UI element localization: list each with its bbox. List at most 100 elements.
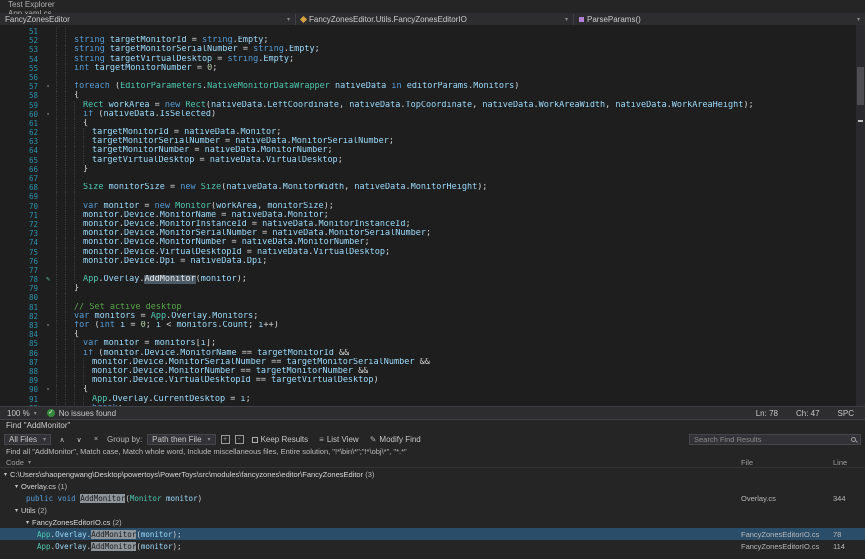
line-number: 60 (0, 110, 42, 119)
code-line[interactable]: 67 (0, 174, 865, 183)
fold-chevron-icon[interactable]: ▾ (42, 321, 54, 330)
column-header-line[interactable]: Line (833, 458, 865, 467)
code-line[interactable]: 63targetMonitorSerialNumber = nativeData… (0, 137, 865, 146)
group-by-dropdown[interactable]: Path then File ▾ (147, 434, 215, 445)
code-token: LeftCoordinate (267, 101, 339, 110)
code-line[interactable]: 84{ (0, 330, 865, 339)
code-line[interactable]: 62targetMonitorId = nativeData.Monitor; (0, 128, 865, 137)
next-match-button[interactable]: ∨ (73, 434, 85, 445)
expander-icon[interactable]: ▾ (4, 471, 7, 478)
expand-all-icon[interactable]: + (221, 435, 230, 444)
code-line[interactable]: 53string targetMonitorSerialNumber = str… (0, 45, 865, 54)
code-line[interactable]: 82var monitors = App.Overlay.Monitors; (0, 312, 865, 321)
keep-results-toggle[interactable]: Keep Results (249, 434, 312, 445)
code-line[interactable]: 51 (0, 27, 865, 36)
column-header-file[interactable]: File (741, 458, 833, 467)
code-line[interactable]: 66} (0, 165, 865, 174)
code-line[interactable]: 56 (0, 73, 865, 82)
result-group-row[interactable]: ▾Overlay.cs (1) (0, 480, 865, 492)
code-line[interactable]: 80 (0, 293, 865, 302)
code-token: ); (324, 202, 334, 211)
code-line[interactable]: 89monitor.Device.VirtualDesktopId == tar… (0, 376, 865, 385)
tab-test-explorer[interactable]: Test Explorer (0, 0, 108, 9)
project-dropdown[interactable]: FancyZonesEditor ▾ (0, 14, 296, 25)
code-text: if (nativeData.IsSelected) (54, 110, 216, 119)
code-line[interactable]: 58{ (0, 91, 865, 100)
member-dropdown[interactable]: ParseParams() ▾ (574, 14, 865, 25)
result-group-row[interactable]: ▾Utils (2) (0, 504, 865, 516)
gutter-cell (42, 257, 54, 266)
code-line[interactable]: 87monitor.Device.MonitorSerialNumber == … (0, 358, 865, 367)
scrollbar-thumb[interactable] (857, 67, 864, 105)
previous-match-button[interactable]: ∧ (56, 434, 68, 445)
code-line[interactable]: 68Size monitorSize = new Size(nativeData… (0, 183, 865, 192)
code-line[interactable]: 92break; (0, 404, 865, 406)
result-match-row[interactable]: public void AddMonitor(Monitor monitor)O… (0, 492, 865, 504)
modify-find-button[interactable]: ✎ Modify Find (367, 434, 424, 445)
result-group-row[interactable]: ▾FancyZonesEditorIO.cs (2) (0, 516, 865, 528)
zoom-control[interactable]: 100 % ▾ (7, 409, 37, 418)
code-line[interactable]: 55int targetMonitorNumber = 0; (0, 64, 865, 73)
column-indicator[interactable]: Ch: 47 (792, 409, 824, 418)
code-line[interactable]: 88monitor.Device.MonitorNumber == target… (0, 367, 865, 376)
indent-guide (65, 183, 74, 192)
code-line[interactable]: 74monitor.Device.MonitorNumber = nativeD… (0, 238, 865, 247)
document-health-indicator[interactable]: ✓ No issues found (47, 409, 116, 418)
code-line[interactable]: 72monitor.Device.MonitorInstanceId = nat… (0, 220, 865, 229)
clear-results-button[interactable]: × (90, 434, 102, 445)
vertical-scrollbar[interactable] (856, 25, 865, 406)
code-line[interactable]: 76monitor.Device.Dpi = nativeData.Dpi; (0, 257, 865, 266)
code-line[interactable]: 77 (0, 266, 865, 275)
indent-guide (65, 257, 74, 266)
code-line[interactable]: 75monitor.Device.VirtualDesktopId = nati… (0, 248, 865, 257)
result-main-cell: public void AddMonitor(Monitor monitor) (0, 494, 741, 503)
expander-icon[interactable]: ▾ (15, 507, 18, 514)
code-text: } (54, 165, 88, 174)
code-line[interactable]: 61{ (0, 119, 865, 128)
code-line[interactable]: 90▾{ (0, 385, 865, 394)
code-line[interactable]: 54string targetVirtualDesktop = string.E… (0, 55, 865, 64)
code-line[interactable]: 73monitor.Device.MonitorSerialNumber = n… (0, 229, 865, 238)
indent-guide (56, 101, 65, 110)
code-line[interactable]: 64targetMonitorNumber = nativeData.Monit… (0, 146, 865, 155)
result-group-row[interactable]: ▾C:\Users\shaopengwang\Desktop\powertoys… (0, 468, 865, 480)
fold-chevron-icon[interactable]: ▾ (42, 110, 54, 119)
expander-icon[interactable]: ▾ (26, 519, 29, 526)
code-line[interactable]: 79} (0, 284, 865, 293)
column-header-code[interactable]: Code ▾ (0, 458, 741, 467)
search-results-box[interactable] (689, 434, 861, 445)
line-indicator[interactable]: Ln: 78 (752, 409, 782, 418)
code-line[interactable]: 78✎App.Overlay.AddMonitor(monitor); (0, 275, 865, 284)
collapse-all-icon[interactable]: - (235, 435, 244, 444)
code-line[interactable]: 83▾for (int i = 0; i < monitors.Count; i… (0, 321, 865, 330)
code-line[interactable]: 81// Set active desktop (0, 303, 865, 312)
result-file-cell: FancyZonesEditorIO.cs (741, 530, 833, 539)
indent-guide (83, 128, 92, 137)
list-view-label: List View (327, 435, 359, 444)
list-view-toggle[interactable]: ≡ List View (316, 434, 362, 445)
code-line[interactable]: 71monitor.Device.MonitorName = nativeDat… (0, 211, 865, 220)
code-token: ); (477, 183, 487, 192)
code-line[interactable]: 69 (0, 192, 865, 201)
fold-chevron-icon[interactable]: ▾ (42, 385, 54, 394)
search-input[interactable] (694, 435, 851, 444)
type-dropdown[interactable]: FancyZonesEditor.Utils.FancyZonesEditorI… (296, 14, 574, 25)
expander-icon[interactable]: ▾ (15, 483, 18, 490)
code-line[interactable]: 52string targetMonitorId = string.Empty; (0, 36, 865, 45)
code-line[interactable]: 85var monitor = monitors[i]; (0, 339, 865, 348)
code-token: string (74, 55, 110, 64)
code-line[interactable]: 59Rect workArea = new Rect(nativeData.Le… (0, 101, 865, 110)
result-match-row[interactable]: App.Overlay.AddMonitor(monitor);FancyZon… (0, 528, 865, 540)
fold-chevron-icon[interactable]: ▾ (42, 82, 54, 91)
code-line[interactable]: 60▾if (nativeData.IsSelected) (0, 110, 865, 119)
indent-guide (74, 156, 83, 165)
code-line[interactable]: 70var monitor = new Monitor(workArea, mo… (0, 202, 865, 211)
code-line[interactable]: 86if (monitor.Device.MonitorName == targ… (0, 349, 865, 358)
scope-dropdown[interactable]: All Files ▾ (4, 434, 51, 445)
result-match-row[interactable]: App.Overlay.AddMonitor(monitor);FancyZon… (0, 540, 865, 552)
code-line[interactable]: 65targetVirtualDesktop = nativeData.Virt… (0, 156, 865, 165)
code-line[interactable]: 91App.Overlay.CurrentDesktop = i; (0, 395, 865, 404)
code-line[interactable]: 57▾foreach (EditorParameters.NativeMonit… (0, 82, 865, 91)
spaces-indicator[interactable]: SPC (834, 409, 858, 418)
code-editor[interactable]: 5152string targetMonitorId = string.Empt… (0, 25, 865, 406)
